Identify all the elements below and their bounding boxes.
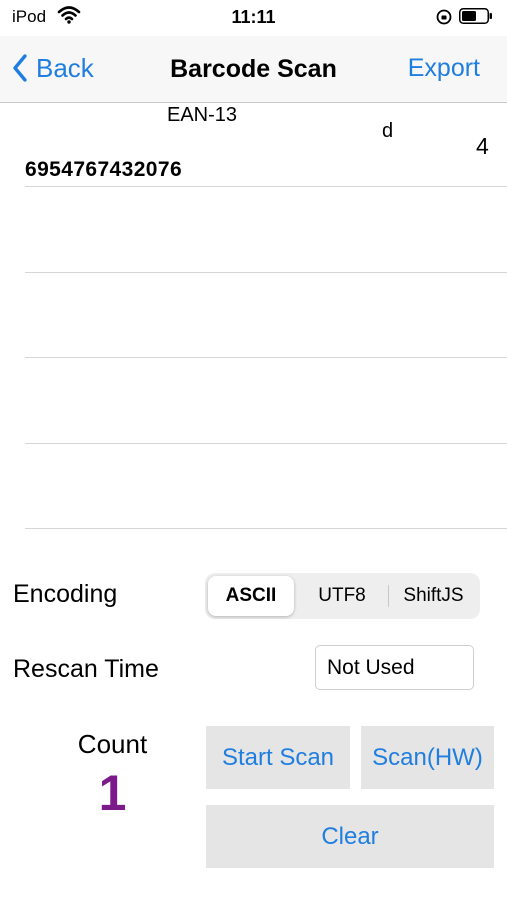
scan-hw-button[interactable]: Scan(HW) bbox=[361, 726, 494, 789]
rescan-time-field[interactable]: Not Used bbox=[315, 645, 474, 690]
count-label: Count bbox=[77, 729, 148, 759]
orientation-lock-icon bbox=[435, 8, 453, 31]
encoding-label: Encoding bbox=[13, 580, 118, 608]
list-item bbox=[0, 359, 507, 444]
list-item bbox=[0, 444, 507, 529]
export-button[interactable]: Export bbox=[408, 54, 480, 83]
barcode-value: 6954767432076 bbox=[25, 158, 183, 181]
barcode-extra: d bbox=[382, 120, 394, 142]
start-scan-button[interactable]: Start Scan bbox=[206, 726, 350, 789]
rescan-time-label: Rescan Time bbox=[13, 655, 159, 683]
navigation-bar: Back Barcode Scan Export bbox=[0, 36, 507, 103]
barcode-type: EAN-13 bbox=[167, 104, 238, 126]
encoding-option-ascii[interactable]: ASCII bbox=[208, 576, 294, 616]
battery-icon bbox=[459, 8, 493, 24]
row-divider bbox=[25, 186, 507, 187]
barcode-length: 4 bbox=[476, 133, 489, 159]
clock-time: 11:11 bbox=[231, 7, 276, 27]
encoding-option-utf8[interactable]: UTF8 bbox=[297, 576, 387, 616]
encoding-option-shiftjs[interactable]: ShiftJS bbox=[389, 576, 478, 616]
count-value: 1 bbox=[98, 765, 127, 821]
list-item bbox=[0, 273, 507, 358]
status-bar: iPod 11:11 bbox=[0, 0, 507, 36]
encoding-segmented-control: ASCII UTF8 ShiftJS bbox=[205, 573, 480, 619]
clear-button[interactable]: Clear bbox=[206, 805, 494, 868]
row-divider bbox=[25, 528, 507, 529]
row-divider bbox=[25, 357, 507, 358]
list-item bbox=[0, 188, 507, 273]
